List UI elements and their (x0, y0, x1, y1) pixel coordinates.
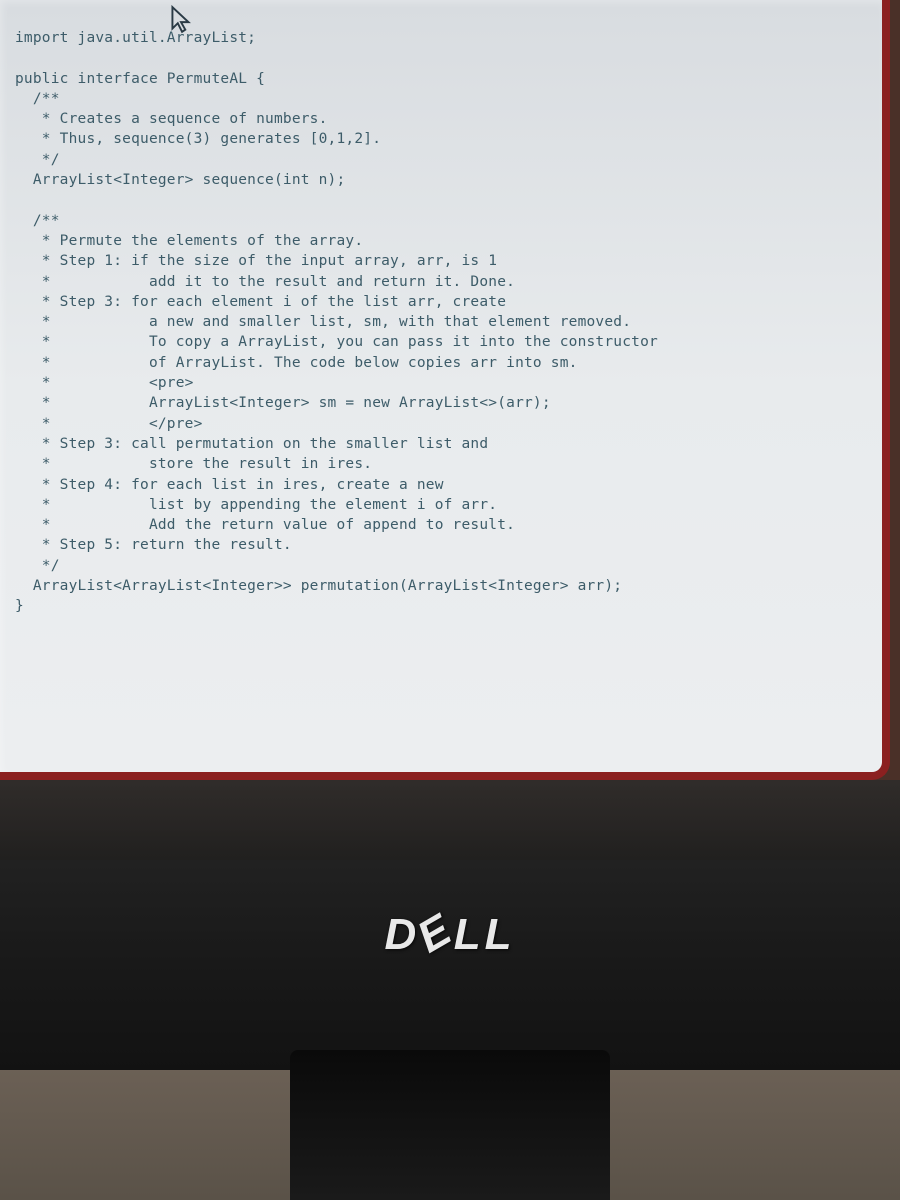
code-line[interactable] (15, 190, 867, 210)
code-line[interactable]: } (15, 596, 867, 616)
code-line[interactable]: * a new and smaller list, sm, with that … (15, 312, 867, 332)
monitor-bezel: DELL (0, 780, 900, 1200)
code-line[interactable] (15, 48, 867, 68)
code-line[interactable]: * store the result in ires. (15, 454, 867, 474)
code-line[interactable]: * list by appending the element i of arr… (15, 495, 867, 515)
mouse-cursor-icon (170, 5, 192, 35)
code-line[interactable]: * ArrayList<Integer> sm = new ArrayList<… (15, 393, 867, 413)
code-line[interactable]: ArrayList<ArrayList<Integer>> permutatio… (15, 576, 867, 596)
code-line[interactable]: * To copy a ArrayList, you can pass it i… (15, 332, 867, 352)
code-line[interactable]: * Step 5: return the result. (15, 535, 867, 555)
monitor-stand (290, 1050, 610, 1200)
code-line[interactable]: * Creates a sequence of numbers. (15, 109, 867, 129)
dell-logo: DELL (385, 910, 516, 960)
code-line[interactable]: * Step 1: if the size of the input array… (15, 251, 867, 271)
code-line[interactable]: */ (15, 556, 867, 576)
bezel-reflection (0, 780, 900, 860)
code-line[interactable]: * Step 4: for each list in ires, create … (15, 475, 867, 495)
code-line[interactable]: * add it to the result and return it. Do… (15, 272, 867, 292)
code-line[interactable]: * <pre> (15, 373, 867, 393)
code-line[interactable]: public interface PermuteAL { (15, 69, 867, 89)
code-line[interactable]: import java.util.ArrayList; (15, 28, 867, 48)
code-line[interactable]: * Step 3: for each element i of the list… (15, 292, 867, 312)
code-line[interactable]: /** (15, 211, 867, 231)
code-editor-window: import java.util.ArrayList; public interf… (0, 0, 890, 780)
code-line[interactable]: * </pre> (15, 414, 867, 434)
code-line[interactable]: ArrayList<Integer> sequence(int n); (15, 170, 867, 190)
code-line[interactable]: * Thus, sequence(3) generates [0,1,2]. (15, 129, 867, 149)
code-line[interactable]: /** (15, 89, 867, 109)
code-line[interactable]: * Step 3: call permutation on the smalle… (15, 434, 867, 454)
code-line[interactable]: * of ArrayList. The code below copies ar… (15, 353, 867, 373)
code-content[interactable]: import java.util.ArrayList; public interf… (15, 28, 867, 617)
code-line[interactable]: */ (15, 150, 867, 170)
code-line[interactable]: * Add the return value of append to resu… (15, 515, 867, 535)
code-line[interactable]: * Permute the elements of the array. (15, 231, 867, 251)
